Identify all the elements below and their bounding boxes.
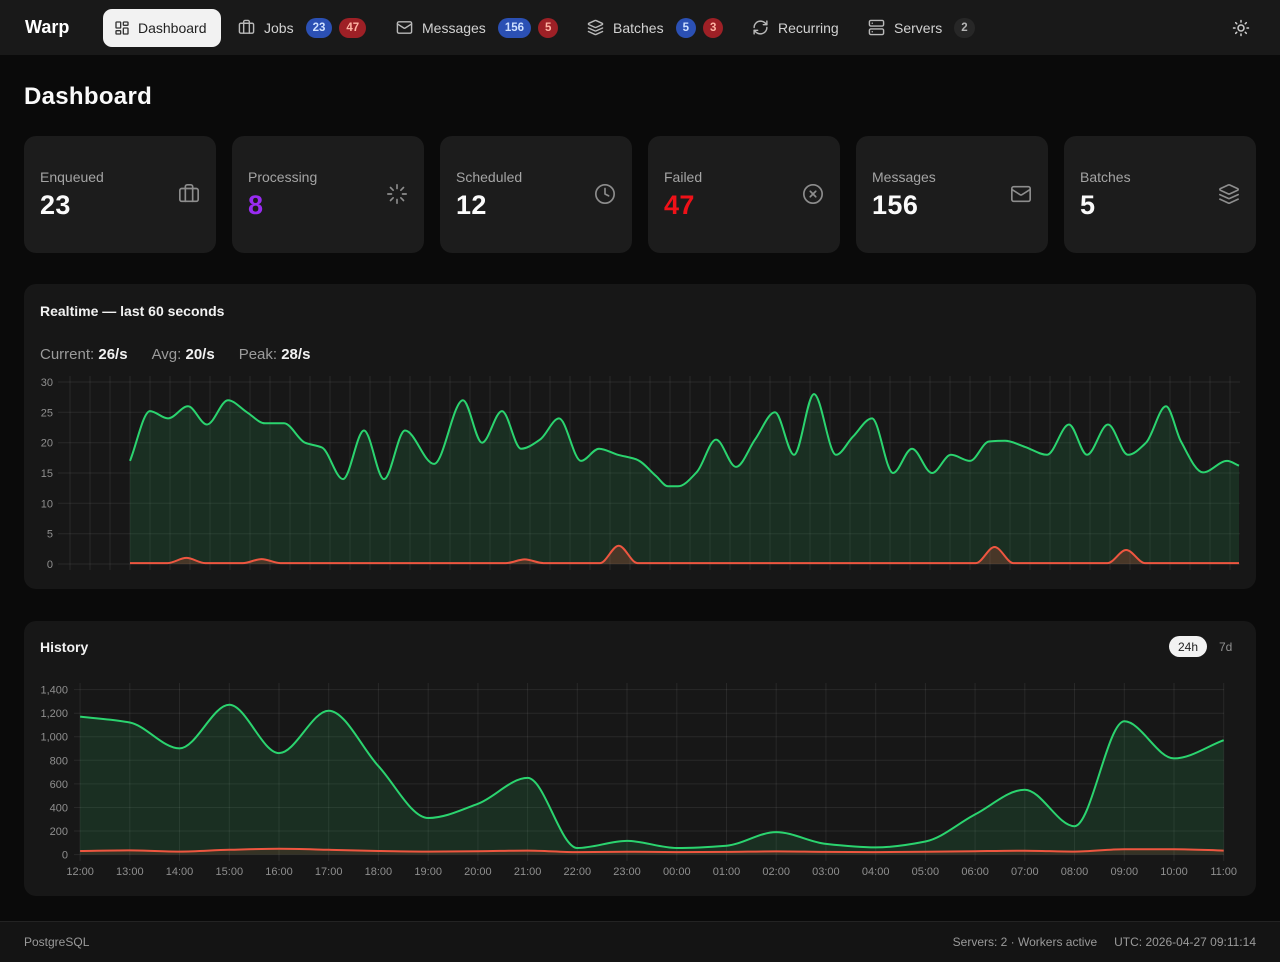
svg-text:25: 25	[41, 407, 53, 419]
svg-text:00:00: 00:00	[663, 866, 691, 878]
svg-text:20:00: 20:00	[464, 866, 492, 878]
svg-text:5: 5	[47, 529, 53, 541]
svg-text:20: 20	[41, 438, 53, 450]
svg-text:19:00: 19:00	[414, 866, 442, 878]
svg-text:1,400: 1,400	[40, 685, 68, 697]
svg-text:09:00: 09:00	[1111, 866, 1139, 878]
svg-text:400: 400	[50, 803, 68, 815]
svg-text:15: 15	[41, 468, 53, 480]
svg-text:800: 800	[50, 755, 68, 767]
svg-text:600: 600	[50, 779, 68, 791]
svg-text:11:00: 11:00	[1210, 866, 1237, 878]
svg-text:02:00: 02:00	[762, 866, 790, 878]
svg-text:21:00: 21:00	[514, 866, 542, 878]
svg-text:01:00: 01:00	[713, 866, 741, 878]
svg-text:10: 10	[41, 498, 53, 510]
svg-text:18:00: 18:00	[365, 866, 393, 878]
svg-text:0: 0	[47, 559, 53, 571]
svg-text:1,000: 1,000	[40, 732, 68, 744]
svg-text:12:00: 12:00	[66, 866, 94, 878]
svg-text:07:00: 07:00	[1011, 866, 1039, 878]
svg-text:15:00: 15:00	[216, 866, 244, 878]
svg-text:16:00: 16:00	[265, 866, 293, 878]
svg-text:10:00: 10:00	[1160, 866, 1188, 878]
svg-text:06:00: 06:00	[961, 866, 989, 878]
svg-text:1,200: 1,200	[40, 708, 68, 720]
svg-text:04:00: 04:00	[862, 866, 890, 878]
svg-text:200: 200	[50, 826, 68, 838]
svg-text:08:00: 08:00	[1061, 866, 1089, 878]
svg-text:30: 30	[41, 377, 53, 389]
svg-text:05:00: 05:00	[912, 866, 940, 878]
svg-text:13:00: 13:00	[116, 866, 144, 878]
svg-text:17:00: 17:00	[315, 866, 343, 878]
svg-text:14:00: 14:00	[166, 866, 194, 878]
svg-text:03:00: 03:00	[812, 866, 840, 878]
svg-text:22:00: 22:00	[564, 866, 592, 878]
svg-text:23:00: 23:00	[613, 866, 641, 878]
svg-text:0: 0	[62, 850, 68, 862]
